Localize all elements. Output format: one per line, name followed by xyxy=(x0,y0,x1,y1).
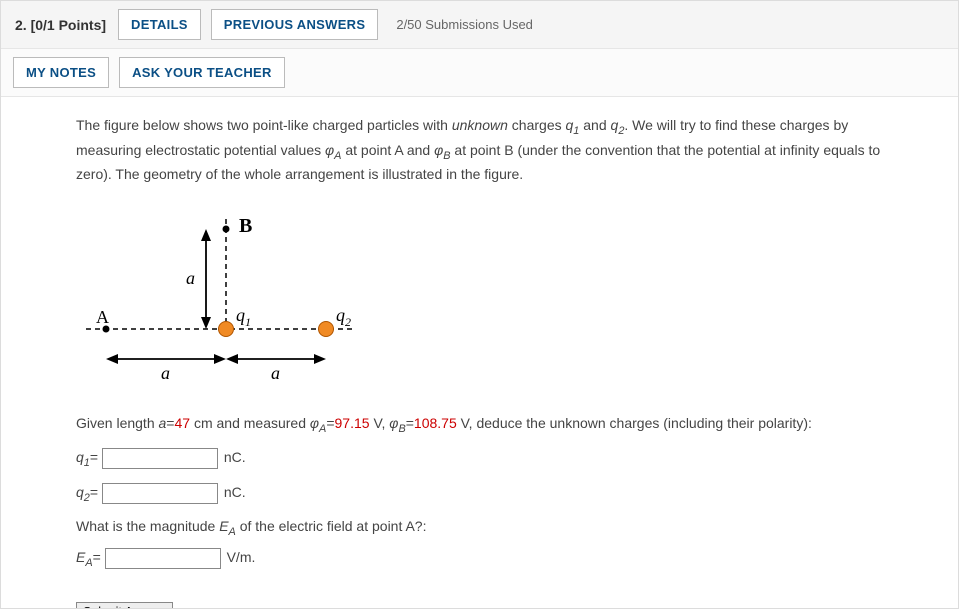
label-q2: q2 xyxy=(336,305,351,329)
geometry-diagram: A B a a a q1 q2 xyxy=(76,199,376,389)
submissions-used: 2/50 Submissions Used xyxy=(396,17,533,32)
q2-row: q2= nC. xyxy=(76,482,903,507)
previous-answers-button[interactable]: PREVIOUS ANSWERS xyxy=(211,9,379,40)
my-notes-button[interactable]: MY NOTES xyxy=(13,57,109,88)
figure: A B a a a q1 q2 xyxy=(76,199,903,389)
label-A: A xyxy=(96,307,109,327)
ea-row: EA= V/m. xyxy=(76,547,903,572)
question-header: 2. [0/1 Points] DETAILS PREVIOUS ANSWERS… xyxy=(1,1,958,49)
submit-answer-button[interactable]: Submit Answer xyxy=(76,602,173,609)
q1-input[interactable] xyxy=(102,448,218,469)
question-header-row2: MY NOTES ASK YOUR TEACHER xyxy=(1,49,958,97)
label-B: B xyxy=(239,215,252,237)
details-button[interactable]: DETAILS xyxy=(118,9,201,40)
question-body: The figure below shows two point-like ch… xyxy=(1,97,958,609)
q2-unit: nC. xyxy=(224,484,246,500)
efield-question: What is the magnitude EA of the electric… xyxy=(76,516,903,541)
intro-text: The figure below shows two point-like ch… xyxy=(76,115,903,185)
q1-row: q1= nC. xyxy=(76,447,903,472)
label-a-bl: a xyxy=(161,363,170,383)
given-text: Given length a=47 cm and measured φA=97.… xyxy=(76,413,903,438)
question-number: 2. [0/1 Points] xyxy=(13,13,108,37)
ea-input[interactable] xyxy=(105,548,221,569)
q2-input[interactable] xyxy=(102,483,218,504)
label-a-top: a xyxy=(186,268,195,288)
label-q1: q1 xyxy=(236,305,251,329)
label-a-br: a xyxy=(271,363,280,383)
ea-unit: V/m. xyxy=(227,549,256,565)
ask-teacher-button[interactable]: ASK YOUR TEACHER xyxy=(119,57,285,88)
q1-unit: nC. xyxy=(224,449,246,465)
